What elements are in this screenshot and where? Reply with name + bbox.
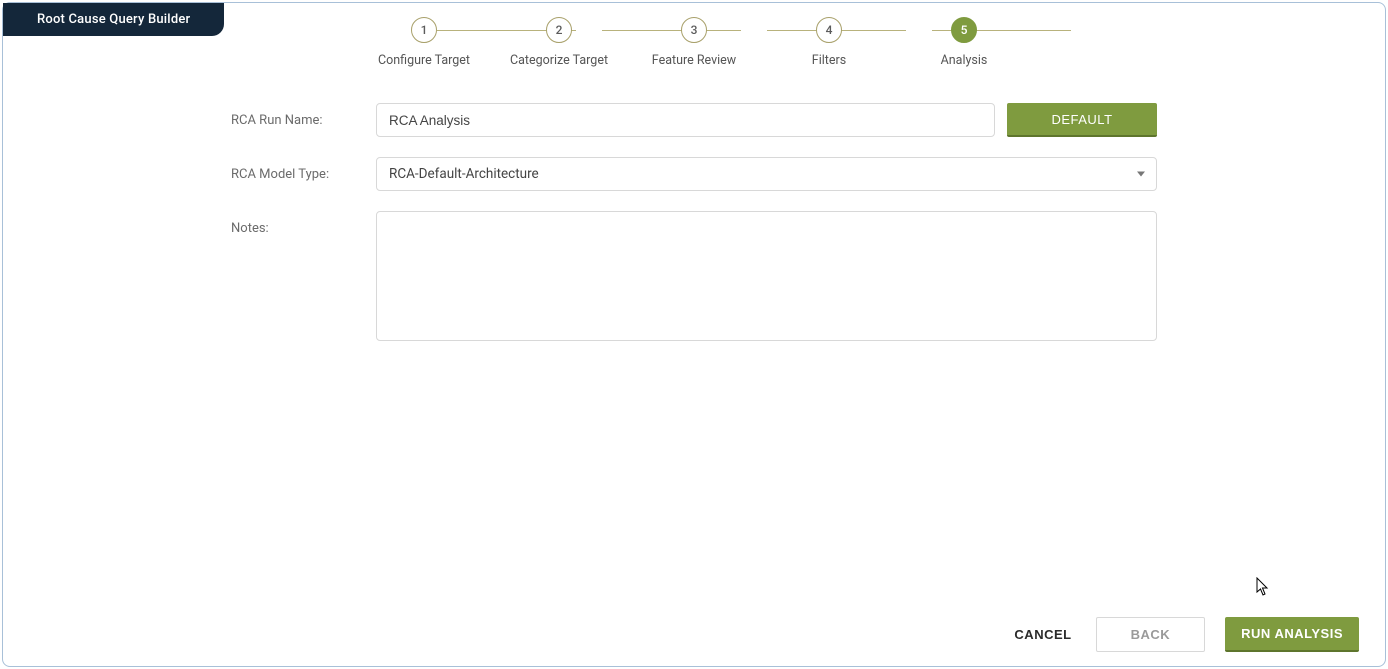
row-model-type: RCA Model Type: RCA-Default-Architecture — [231, 157, 1157, 191]
cancel-button[interactable]: CANCEL — [1010, 619, 1075, 650]
row-run-name: RCA Run Name: DEFAULT — [231, 103, 1157, 137]
notes-textarea[interactable] — [376, 211, 1157, 341]
step-configure-target[interactable]: 1 Configure Target — [364, 17, 484, 68]
back-button[interactable]: BACK — [1096, 617, 1206, 652]
footer-buttons: CANCEL BACK RUN ANALYSIS — [1010, 617, 1359, 652]
stepper: 1 Configure Target 2 Categorize Target 3… — [364, 17, 1024, 68]
run-name-input[interactable] — [376, 103, 995, 137]
run-name-label: RCA Run Name: — [231, 103, 376, 128]
step-filters[interactable]: 4 Filters — [769, 17, 889, 68]
page-title: Root Cause Query Builder — [37, 12, 190, 27]
main-panel: Root Cause Query Builder 1 Configure Tar… — [2, 2, 1386, 667]
step-number: 2 — [546, 17, 572, 43]
step-number: 3 — [681, 17, 707, 43]
notes-label: Notes: — [231, 211, 376, 236]
row-notes: Notes: — [231, 211, 1157, 341]
step-categorize-target[interactable]: 2 Categorize Target — [499, 17, 619, 68]
step-label: Analysis — [941, 53, 988, 68]
run-analysis-button[interactable]: RUN ANALYSIS — [1225, 617, 1359, 652]
step-label: Categorize Target — [510, 53, 608, 68]
form-area: RCA Run Name: DEFAULT RCA Model Type: RC… — [231, 103, 1157, 361]
step-label: Feature Review — [652, 53, 736, 68]
page-title-tab: Root Cause Query Builder — [3, 3, 224, 36]
step-label: Configure Target — [378, 53, 470, 68]
step-label: Filters — [812, 53, 846, 68]
step-feature-review[interactable]: 3 Feature Review — [634, 17, 754, 68]
step-number: 4 — [816, 17, 842, 43]
model-type-label: RCA Model Type: — [231, 157, 376, 182]
model-type-select[interactable]: RCA-Default-Architecture — [376, 157, 1157, 191]
step-number: 5 — [951, 17, 977, 43]
default-button[interactable]: DEFAULT — [1007, 103, 1157, 137]
step-analysis[interactable]: 5 Analysis — [904, 17, 1024, 68]
model-type-selected: RCA-Default-Architecture — [389, 166, 539, 182]
stepper-connector — [602, 30, 741, 31]
step-number: 1 — [411, 17, 437, 43]
